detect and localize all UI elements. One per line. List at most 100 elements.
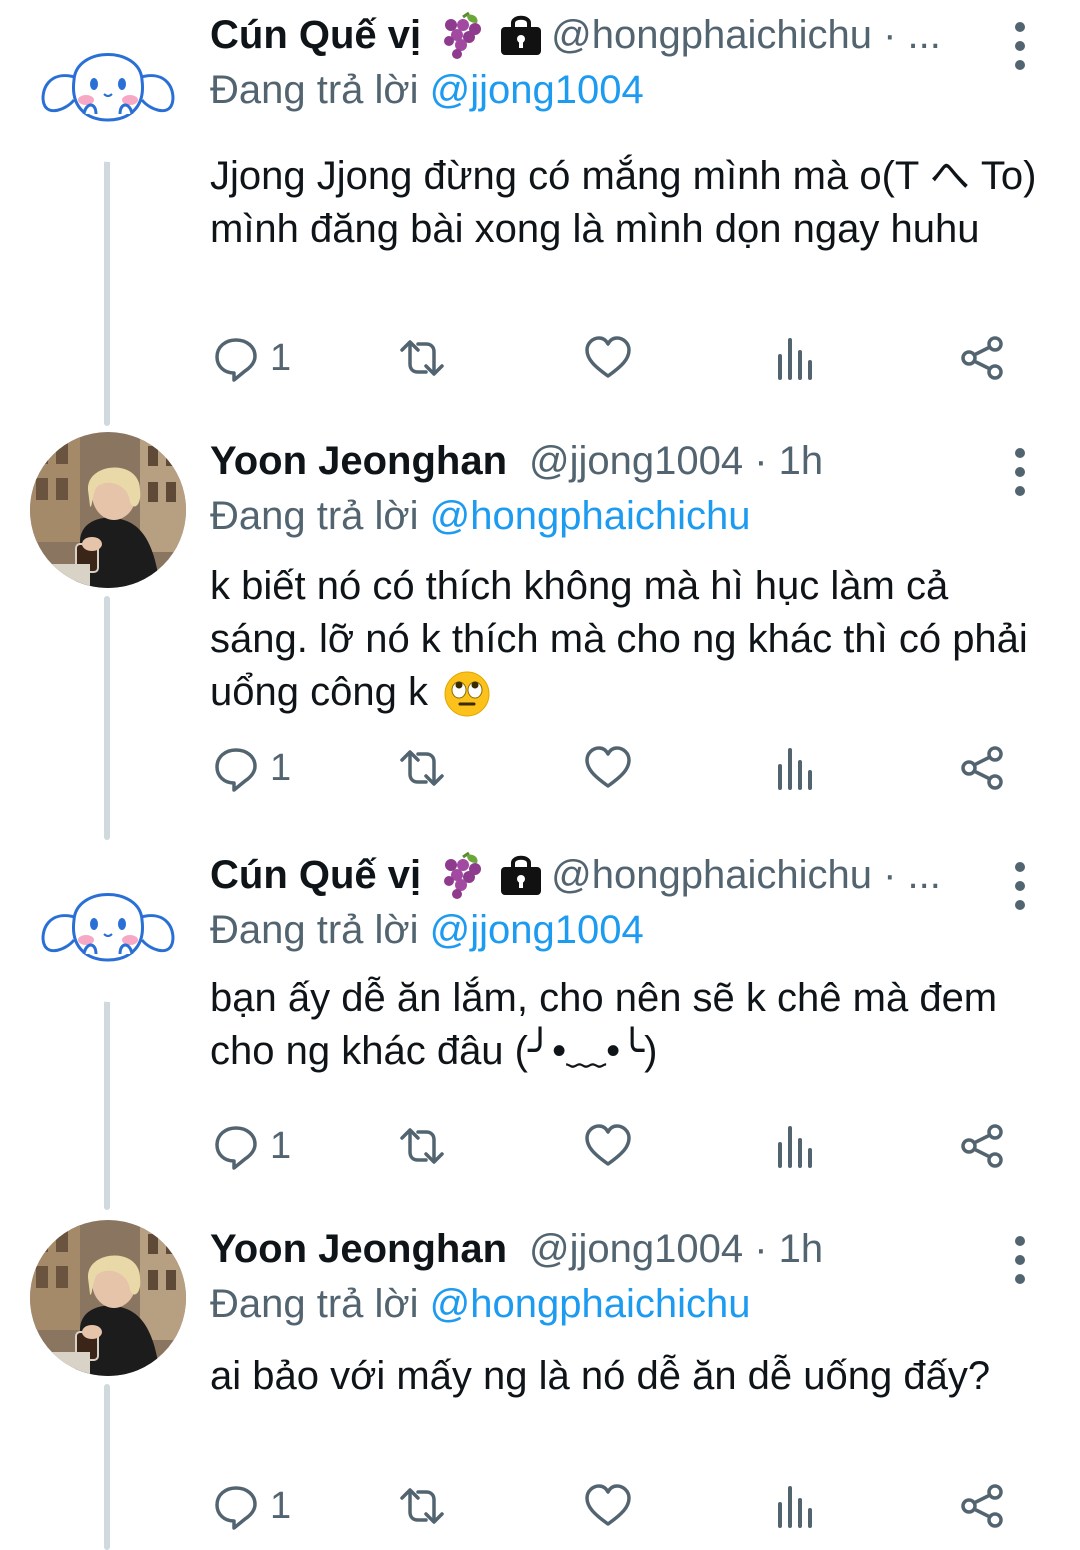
avatar[interactable] [30,432,186,588]
share-button[interactable] [958,738,1006,798]
reply-mention-link[interactable]: @hongphaichichu [430,494,751,538]
display-name[interactable]: Cún Quế vị [210,846,421,904]
reply-prefix: Đang trả lời [210,908,419,952]
retweet-icon [398,1122,446,1170]
heart-icon [584,1122,632,1170]
cinnamoroll-avatar-icon [30,846,186,1002]
analytics-button[interactable] [772,328,820,388]
replying-to: Đang trả lời @hongphaichichu [210,1278,1040,1330]
reply-count: 1 [270,746,292,789]
more-dot [1015,862,1025,872]
share-icon [958,1482,1006,1530]
stats-icon [772,1482,820,1530]
stats-icon [772,334,820,382]
retweet-button[interactable] [398,328,446,388]
grapes-emoji-icon [437,851,485,899]
more-options-button[interactable] [1000,856,1040,916]
retweet-button[interactable] [398,1116,446,1176]
lock-icon [497,851,545,899]
more-options-button[interactable] [1000,16,1040,76]
more-options-button[interactable] [1000,442,1040,502]
more-options-button[interactable] [1000,1230,1040,1290]
tweet-actions: 1 [210,1116,1040,1176]
reply-button[interactable]: 1 [212,1476,291,1536]
reply-button[interactable]: 1 [212,328,291,388]
heart-icon [584,334,632,382]
stats-icon [772,744,820,792]
reply-count: 1 [270,1124,292,1167]
reply-mention-link[interactable]: @hongphaichichu [430,1282,751,1326]
replying-to: Đang trả lời @hongphaichichu [210,490,1040,542]
like-button[interactable] [584,1116,632,1176]
reply-prefix: Đang trả lời [210,68,419,112]
share-button[interactable] [958,328,1006,388]
like-button[interactable] [584,328,632,388]
more-dot [1015,41,1025,51]
heart-icon [584,1482,632,1530]
analytics-button[interactable] [772,738,820,798]
more-dot [1015,900,1025,910]
display-name[interactable]: Yoon Jeonghan [210,432,507,490]
avatar[interactable] [30,6,186,162]
tweet[interactable]: Yoon Jeonghan @jjong1004 · 1h Đang trả l… [0,1220,1080,1550]
tweet-header: Cún Quế vị @hongphaichichu · ... [210,6,1040,64]
tweet-text: k biết nó có thích không mà hì hục làm c… [210,560,1040,719]
retweet-icon [398,744,446,792]
reply-prefix: Đang trả lời [210,1282,419,1326]
cinnamoroll-avatar-icon [30,6,186,162]
handle-and-time[interactable]: @hongphaichichu · ... [551,6,941,64]
photo-avatar-icon [30,1220,186,1376]
tweet-text: bạn ấy dễ ăn lắm, cho nên sẽ k chê mà đe… [210,976,998,1073]
handle-and-time[interactable]: @jjong1004 · 1h [529,1220,823,1278]
reply-button[interactable]: 1 [212,738,291,798]
tweet[interactable]: Cún Quế vị @hongphaichichu · ... Đang tr… [0,846,1080,1210]
more-dot [1015,60,1025,70]
like-button[interactable] [584,1476,632,1536]
heart-icon [584,744,632,792]
like-button[interactable] [584,738,632,798]
reply-icon [212,334,260,382]
reply-icon [212,1122,260,1170]
reply-count: 1 [270,1484,292,1527]
handle-and-time[interactable]: @hongphaichichu · ... [551,846,941,904]
tweet-actions: 1 [210,328,1040,388]
tweet-text: ai bảo với mấy ng là nó dễ ăn dễ uống đấ… [210,1354,991,1398]
avatar[interactable] [30,1220,186,1376]
reply-icon [212,1482,260,1530]
more-dot [1015,1274,1025,1284]
tweet[interactable]: Cún Quế vị @hongphaichichu · ... Đang tr… [0,6,1080,416]
reply-button[interactable]: 1 [212,1116,291,1176]
analytics-button[interactable] [772,1476,820,1536]
share-button[interactable] [958,1116,1006,1176]
more-dot [1015,448,1025,458]
lock-icon [497,11,545,59]
replying-to: Đang trả lời @jjong1004 [210,904,1040,956]
share-icon [958,334,1006,382]
display-name[interactable]: Yoon Jeonghan [210,1220,507,1278]
grapes-emoji-icon [437,11,485,59]
reply-mention-link[interactable]: @jjong1004 [430,68,644,112]
reply-prefix: Đang trả lời [210,494,419,538]
reply-count: 1 [270,336,292,379]
reply-icon [212,744,260,792]
tweet-text-content: k biết nó có thích không mà hì hục làm c… [210,564,1028,714]
display-name[interactable]: Cún Quế vị [210,6,421,64]
tweet-header: Yoon Jeonghan @jjong1004 · 1h [210,1220,1040,1278]
tweet-header: Yoon Jeonghan @jjong1004 · 1h [210,432,1040,490]
stats-icon [772,1122,820,1170]
analytics-button[interactable] [772,1116,820,1176]
retweet-button[interactable] [398,1476,446,1536]
replying-to: Đang trả lời @jjong1004 [210,64,1040,116]
share-icon [958,744,1006,792]
tweet[interactable]: Yoon Jeonghan @jjong1004 · 1h Đang trả l… [0,432,1080,840]
tweet-header: Cún Quế vị @hongphaichichu · ... [210,846,1040,904]
share-button[interactable] [958,1476,1006,1536]
handle-and-time[interactable]: @jjong1004 · 1h [529,432,823,490]
retweet-button[interactable] [398,738,446,798]
retweet-icon [398,334,446,382]
reply-mention-link[interactable]: @jjong1004 [430,908,644,952]
retweet-icon [398,1482,446,1530]
more-dot [1015,1255,1025,1265]
avatar[interactable] [30,846,186,1002]
eye-roll-emoji-icon [443,670,491,718]
